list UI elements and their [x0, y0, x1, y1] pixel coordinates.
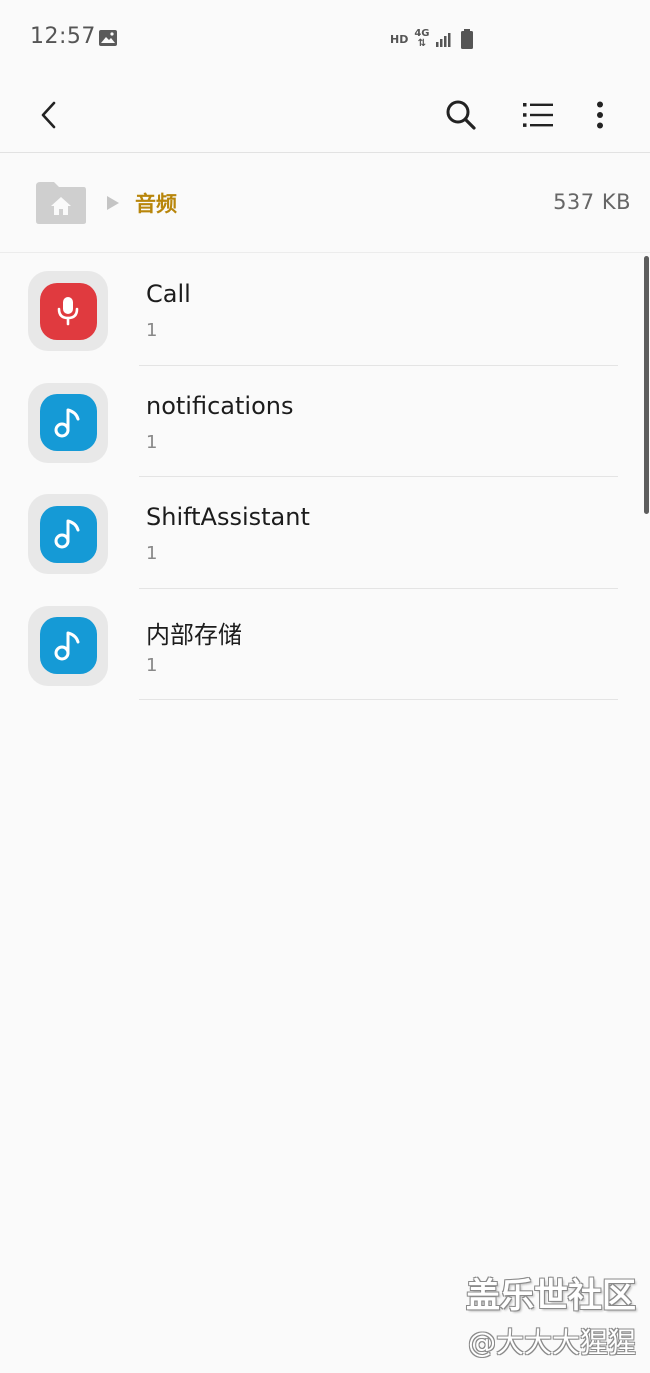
- search-icon: [446, 100, 476, 130]
- breadcrumb-divider: [0, 252, 650, 253]
- status-indicators: HD 4G ⇅: [390, 26, 474, 52]
- breadcrumb: 音频 537 KB: [0, 153, 650, 252]
- music-note-icon: [39, 617, 97, 674]
- list-view-icon: [523, 103, 553, 127]
- more-options-button[interactable]: [573, 88, 627, 142]
- breadcrumb-arrow-icon: [107, 196, 119, 210]
- folder-size: 537 KB: [553, 190, 631, 214]
- scrollbar[interactable]: [644, 256, 649, 514]
- file-thumbnail: [28, 494, 108, 574]
- file-name: Call: [146, 280, 191, 308]
- microphone-icon: [39, 282, 97, 340]
- music-note-icon: [39, 394, 97, 451]
- file-thumbnail: [28, 605, 108, 686]
- music-note-icon: [39, 505, 97, 563]
- row-divider: [139, 699, 618, 700]
- item-count: 1: [146, 320, 158, 341]
- watermark-subtitle: @大大大猩猩: [467, 1326, 636, 1359]
- status-time: 12:57: [30, 24, 96, 49]
- home-folder-icon[interactable]: [34, 180, 88, 226]
- list-item[interactable]: notifications 1: [0, 366, 650, 477]
- chevron-left-icon: [41, 101, 56, 129]
- breadcrumb-current[interactable]: 音频: [135, 188, 177, 218]
- back-button[interactable]: [22, 88, 76, 142]
- search-button[interactable]: [434, 88, 488, 142]
- watermark: 盖乐世社区 @大大大猩猩: [466, 1268, 636, 1361]
- image-icon: [99, 30, 117, 46]
- item-count: 1: [146, 654, 158, 676]
- list-item[interactable]: 内部存储 1: [0, 589, 650, 700]
- file-thumbnail: [28, 382, 108, 463]
- file-list: Call 1 notifications 1 ShiftAssistant 1 …: [0, 254, 650, 700]
- network-indicator: 4G ⇅: [414, 29, 429, 49]
- file-name: 内部存储: [146, 620, 242, 649]
- battery-icon: [460, 29, 473, 49]
- hd-indicator: HD: [390, 32, 409, 46]
- data-arrows-icon: ⇅: [417, 38, 427, 49]
- item-count: 1: [146, 431, 158, 453]
- list-item[interactable]: ShiftAssistant 1: [0, 477, 650, 589]
- file-thumbnail: [28, 271, 108, 351]
- status-bar: 12:57 HD 4G ⇅: [0, 0, 650, 78]
- list-item[interactable]: Call 1: [0, 254, 650, 366]
- more-vertical-icon: [597, 101, 603, 129]
- toolbar: [0, 78, 650, 152]
- file-name: notifications: [146, 391, 294, 420]
- item-count: 1: [146, 543, 158, 564]
- file-name: ShiftAssistant: [146, 503, 310, 531]
- signal-bars-icon: [435, 33, 451, 47]
- list-view-button[interactable]: [511, 88, 565, 142]
- watermark-title: 盖乐世社区: [466, 1276, 636, 1316]
